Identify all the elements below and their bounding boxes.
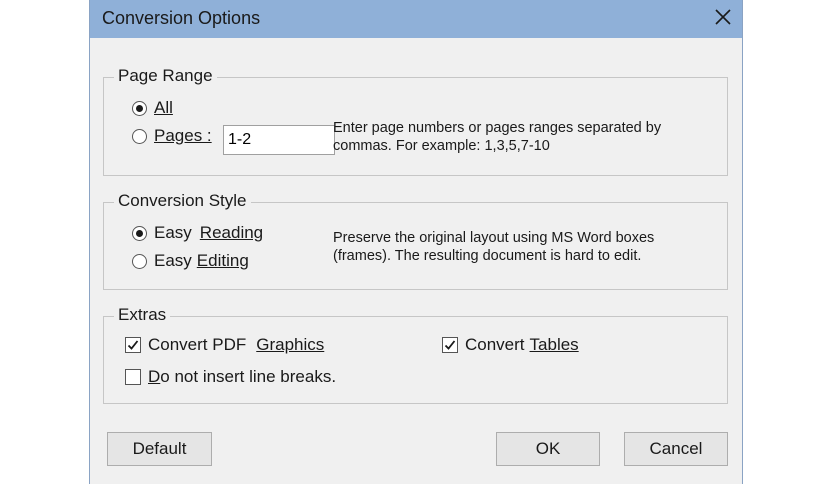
all-radio-option[interactable]: All: [132, 98, 173, 118]
convert-tables-checkbox[interactable]: [442, 337, 458, 353]
easy-editing-radio[interactable]: [132, 253, 147, 269]
easy-reading-radio-option[interactable]: Easy Reading: [132, 223, 263, 243]
easy-editing-prefix: Easy: [154, 251, 192, 270]
title-bar: Conversion Options: [90, 0, 742, 38]
extras-group: Extras Convert PDF Graphics Convert Tabl…: [103, 305, 728, 404]
ok-button[interactable]: OK: [496, 432, 600, 466]
convert-graphics-checkbox[interactable]: [125, 337, 141, 353]
no-line-breaks-accelerator: D: [148, 367, 161, 386]
checkmark-icon: [127, 340, 139, 350]
conversion-style-legend: Conversion Style: [114, 191, 251, 211]
conversion-style-hint: Preserve the original layout using MS Wo…: [333, 230, 655, 264]
pages-radio[interactable]: [132, 128, 147, 144]
pages-radio-option[interactable]: Pages :: [132, 126, 212, 146]
no-line-breaks-checkbox[interactable]: [125, 369, 141, 385]
easy-editing-radio-option[interactable]: Easy Editing: [132, 251, 249, 271]
pages-input[interactable]: [223, 125, 335, 155]
close-icon: [715, 9, 731, 25]
no-line-breaks-option[interactable]: Do not insert line breaks.: [125, 367, 336, 387]
conversion-style-group: Conversion Style Easy Reading Easy Editi…: [103, 191, 728, 290]
close-button[interactable]: [702, 0, 742, 36]
pages-label: Pages :: [154, 126, 212, 145]
all-label: All: [154, 98, 173, 117]
default-button[interactable]: Default: [107, 432, 212, 466]
page-range-group: Page Range All Pages : Enter page number…: [103, 66, 728, 176]
convert-tables-label: Tables: [529, 335, 579, 354]
easy-reading-radio[interactable]: [132, 225, 147, 241]
conversion-options-dialog: Conversion Options Page Range All Pages …: [89, 0, 743, 484]
convert-tables-prefix: Convert: [465, 335, 525, 354]
convert-graphics-label: Graphics: [256, 335, 325, 354]
easy-reading-prefix: Easy: [154, 223, 192, 242]
page-range-legend: Page Range: [114, 66, 217, 86]
page-range-hint: Enter page numbers or pages ranges separ…: [333, 120, 662, 154]
convert-graphics-option[interactable]: Convert PDF Graphics: [125, 335, 324, 355]
convert-graphics-prefix: Convert PDF: [148, 335, 247, 354]
extras-legend: Extras: [114, 305, 171, 325]
checkmark-icon: [444, 340, 456, 350]
easy-editing-label: Editing: [196, 251, 249, 270]
dialog-title: Conversion Options: [102, 8, 261, 28]
convert-tables-option[interactable]: Convert Tables: [442, 335, 579, 355]
cancel-button[interactable]: Cancel: [624, 432, 728, 466]
no-line-breaks-label: o not insert line breaks.: [160, 367, 337, 386]
all-radio[interactable]: [132, 100, 147, 116]
easy-reading-label: Reading: [199, 223, 264, 242]
